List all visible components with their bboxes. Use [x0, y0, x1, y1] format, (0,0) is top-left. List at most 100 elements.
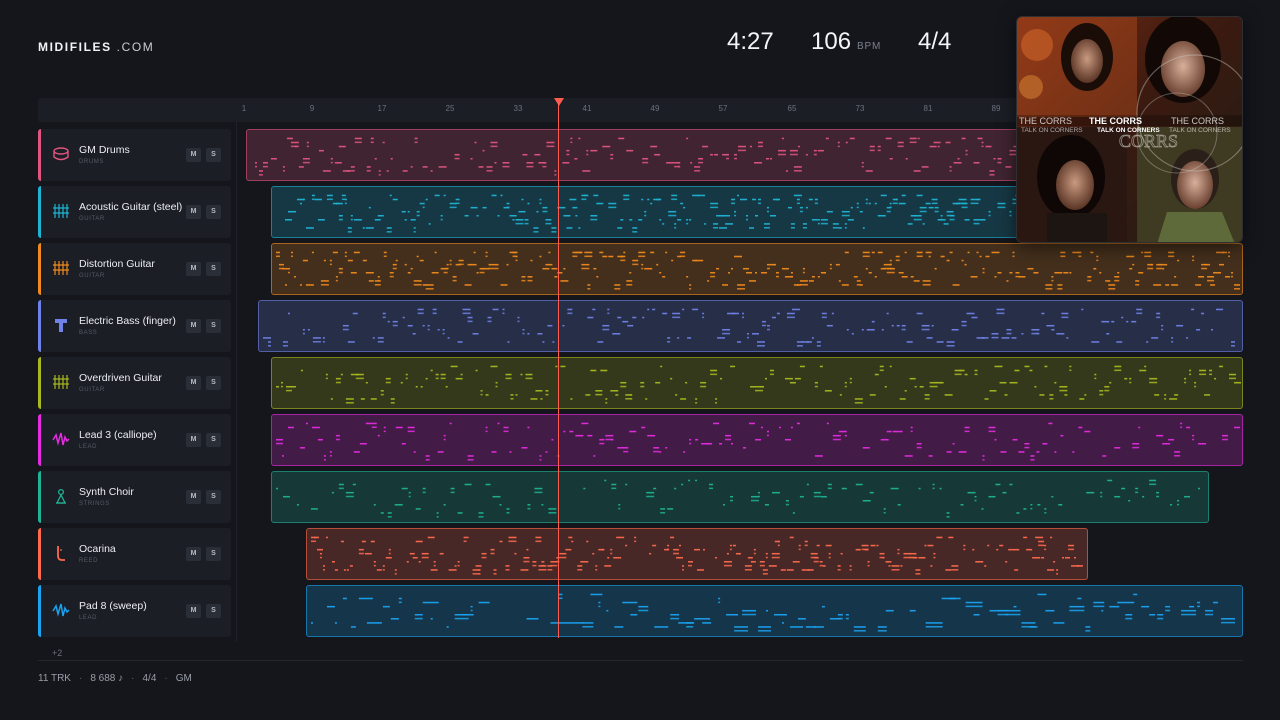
ruler-tick: 65 [787, 104, 797, 113]
note-pattern [275, 251, 1241, 290]
tempo-value: 106 [811, 28, 852, 55]
track-clip[interactable] [271, 243, 1243, 295]
ruler-tick: 41 [582, 104, 592, 113]
track-category: BASS [79, 330, 98, 336]
solo-button[interactable]: S [206, 547, 221, 561]
ruler-tick: 1 [241, 104, 247, 113]
album-band-title-ghost-left: THE CORRS [1019, 116, 1072, 126]
track-clip[interactable] [271, 414, 1243, 466]
mute-button[interactable]: M [186, 262, 201, 276]
ruler-tick: 89 [991, 104, 1001, 113]
mute-button[interactable]: M [186, 376, 201, 390]
track-color-stripe [38, 129, 41, 181]
track-category: DRUMS [79, 159, 104, 165]
tempo-readout: 106 BPM [811, 28, 881, 56]
album-subtitle-ghost-right: TALK ON CORNERS [1169, 127, 1231, 134]
track-category: STRINGS [79, 501, 110, 507]
ruler-tick: 81 [923, 104, 933, 113]
track-name: Acoustic Guitar (steel) [79, 201, 183, 213]
playhead-handle[interactable] [554, 98, 564, 106]
ruler-tick: 9 [309, 104, 315, 113]
mute-button[interactable]: M [186, 433, 201, 447]
track-color-stripe [38, 243, 41, 295]
track-clip[interactable] [271, 357, 1243, 409]
album-cover: THE CORRS THE CORRS THE CORRS TALK ON CO… [1016, 16, 1243, 243]
solo-button[interactable]: S [206, 433, 221, 447]
footer-separator: · [164, 673, 168, 684]
note-pattern [275, 422, 1241, 461]
sidebar-divider [236, 122, 237, 642]
solo-button[interactable]: S [206, 490, 221, 504]
track-category: GUITAR [79, 273, 105, 279]
track-header[interactable]: Lead 3 (calliope) LEAD M S [38, 414, 231, 466]
track-header[interactable]: Synth Choir STRINGS M S [38, 471, 231, 523]
track-name: Ocarina [79, 543, 116, 555]
footer-summary: 11 TRK · 8 688 ♪ · 4/4 · GM [38, 673, 192, 684]
ruler-tick: 33 [513, 104, 523, 113]
brand-name: MIDIFILES [38, 40, 112, 54]
track-color-stripe [38, 471, 41, 523]
track-header[interactable]: GM Drums DRUMS M S [38, 129, 231, 181]
track-clip[interactable] [258, 300, 1243, 352]
choir-icon [55, 488, 67, 504]
track-category: GUITAR [79, 387, 105, 393]
wave-icon [52, 432, 70, 446]
track-color-stripe [38, 585, 41, 637]
mute-button[interactable]: M [186, 205, 201, 219]
track-header[interactable]: Pad 8 (sweep) LEAD M S [38, 585, 231, 637]
ruler-tick: 73 [855, 104, 865, 113]
track-category: REED [79, 558, 99, 564]
track-header[interactable]: Ocarina REED M S [38, 528, 231, 580]
mute-button[interactable]: M [186, 148, 201, 162]
album-art: THE CORRS THE CORRS THE CORRS TALK ON CO… [1017, 17, 1242, 242]
track-header[interactable]: Overdriven Guitar GUITAR M S [38, 357, 231, 409]
solo-button[interactable]: S [206, 262, 221, 276]
song-duration: 4:27 [727, 28, 774, 55]
drum-icon [53, 147, 69, 161]
note-pattern [275, 479, 1201, 518]
note-pattern [275, 365, 1242, 404]
track-color-stripe [38, 186, 41, 238]
ocarina-icon [57, 546, 65, 561]
solo-button[interactable]: S [206, 148, 221, 162]
tempo-unit: BPM [857, 41, 882, 52]
footer-time-signature: 4/4 [142, 673, 157, 684]
solo-button[interactable]: S [206, 205, 221, 219]
track-category: GUITAR [79, 216, 105, 222]
time-signature: 4/4 [918, 28, 952, 55]
guitar-icon [53, 204, 69, 218]
track-header[interactable]: Electric Bass (finger) BASS M S [38, 300, 231, 352]
mute-button[interactable]: M [186, 604, 201, 618]
solo-button[interactable]: S [206, 319, 221, 333]
track-header[interactable]: Acoustic Guitar (steel) GUITAR M S [38, 186, 231, 238]
track-category: LEAD [79, 444, 98, 450]
footer-separator: · [131, 673, 135, 684]
track-clip[interactable] [306, 585, 1243, 637]
mute-button[interactable]: M [186, 319, 201, 333]
note-pattern [310, 593, 1236, 632]
mute-button[interactable]: M [186, 547, 201, 561]
track-category: LEAD [79, 615, 98, 621]
ruler-tick: 25 [445, 104, 455, 113]
track-clip[interactable] [306, 528, 1088, 580]
track-name: Synth Choir [79, 486, 134, 498]
track-header[interactable]: Distortion Guitar GUITAR M S [38, 243, 231, 295]
track-color-stripe [38, 357, 41, 409]
track-name: Lead 3 (calliope) [79, 429, 157, 441]
footer-divider [38, 660, 1243, 661]
more-tracks-indicator[interactable]: +2 [52, 648, 62, 658]
track-name: Pad 8 (sweep) [79, 600, 147, 612]
playhead[interactable] [558, 102, 559, 638]
track-name: Electric Bass (finger) [79, 315, 176, 327]
solo-button[interactable]: S [206, 604, 221, 618]
mute-button[interactable]: M [186, 490, 201, 504]
track-clip[interactable] [271, 471, 1209, 523]
footer-separator: · [78, 673, 83, 684]
solo-button[interactable]: S [206, 376, 221, 390]
track-color-stripe [38, 528, 41, 580]
guitar-icon [53, 261, 69, 275]
brand-logo: MIDIFILES .COM [38, 40, 154, 54]
brand-suffix: .COM [111, 40, 155, 54]
track-color-stripe [38, 300, 41, 352]
note-pattern [262, 308, 1236, 347]
